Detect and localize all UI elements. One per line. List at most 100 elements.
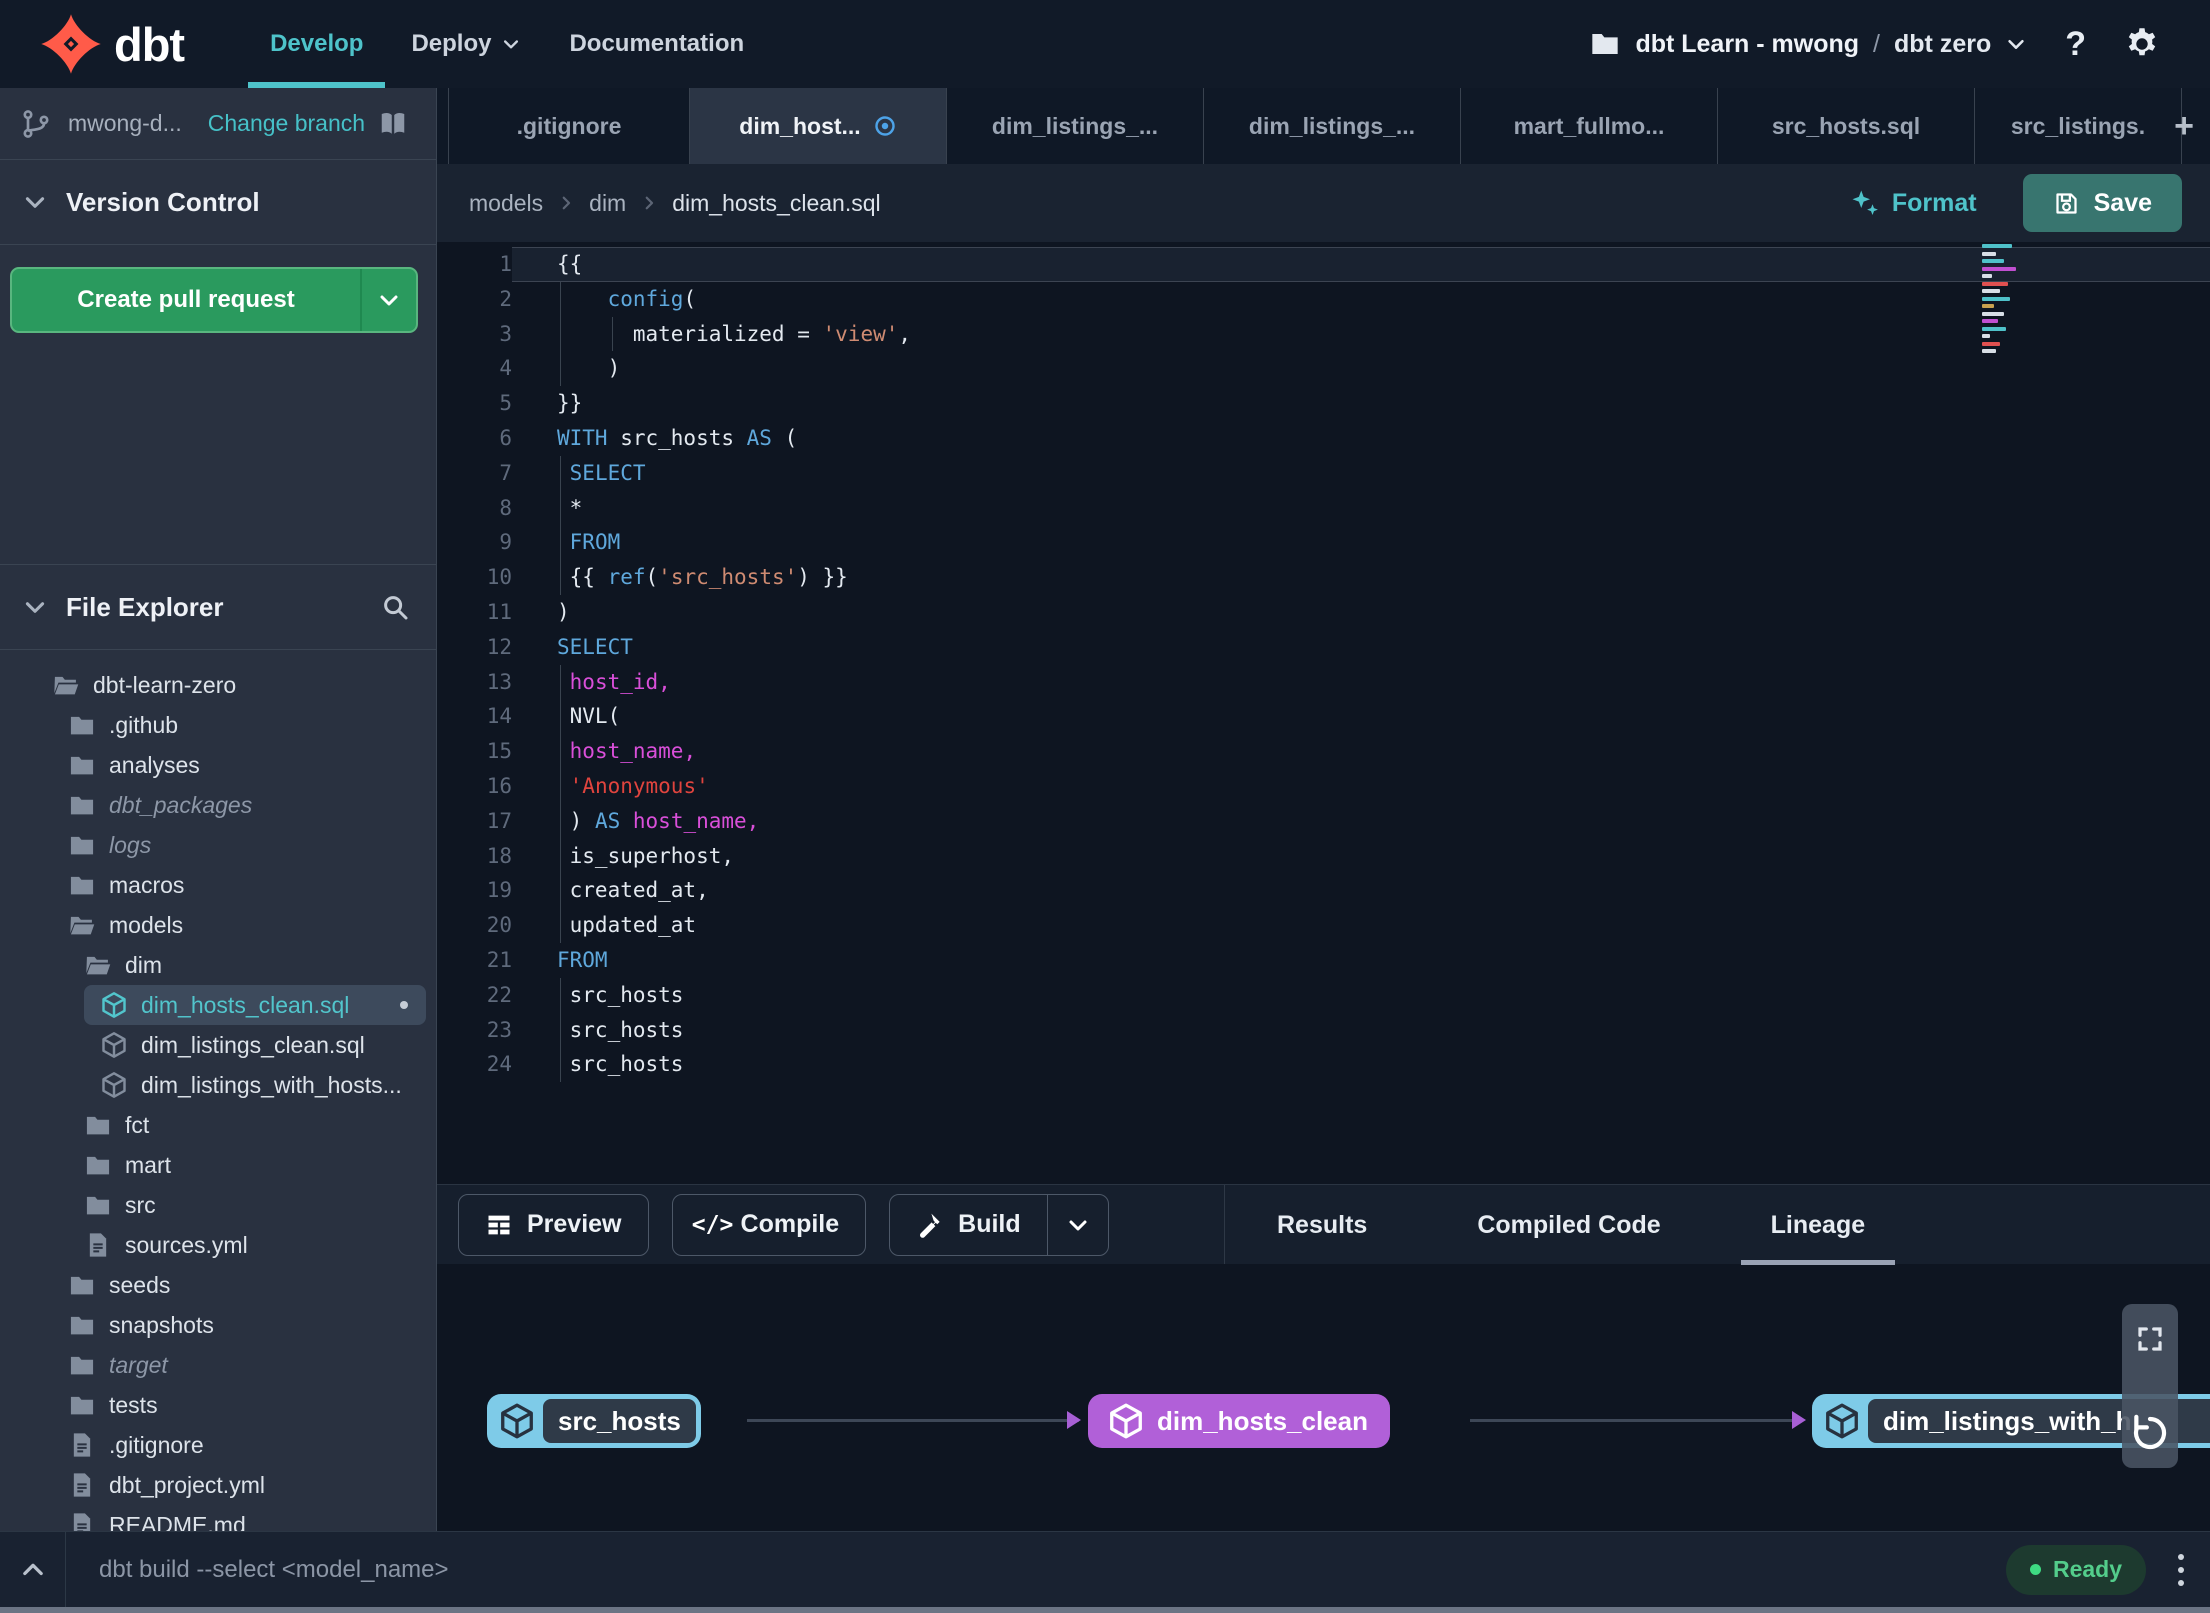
folder-icon	[68, 1311, 96, 1339]
code-line-19[interactable]: 19 created_at,	[437, 873, 2210, 908]
tree-item-src[interactable]: src	[0, 1185, 436, 1225]
tree-item-mart[interactable]: mart	[0, 1145, 436, 1185]
tree-item-label: dbt_packages	[109, 791, 253, 818]
file-explorer-header[interactable]: File Explorer	[0, 565, 436, 650]
gear-icon[interactable]	[2124, 26, 2160, 62]
command-bar-toggle[interactable]	[0, 1532, 66, 1607]
change-branch-link[interactable]: Change branch	[208, 110, 365, 137]
chevron-down-icon	[377, 288, 401, 312]
code-line-1[interactable]: 1{{	[437, 247, 2210, 282]
tab-dim-host-[interactable]: dim_host...	[690, 88, 947, 164]
tree-item-dim-listings-clean-sql[interactable]: dim_listings_clean.sql	[0, 1025, 436, 1065]
code-line-6[interactable]: 6 WITH src_hosts AS (	[437, 421, 2210, 456]
code-line-13[interactable]: 13 host_id,	[437, 665, 2210, 700]
tree-item--github[interactable]: .github	[0, 705, 436, 745]
version-control-header[interactable]: Version Control	[0, 160, 436, 245]
code-line-24[interactable]: 24 src_hosts	[437, 1047, 2210, 1082]
tab-dim-listings-[interactable]: dim_listings_...	[947, 88, 1204, 164]
line-content: ) AS host_name,	[557, 808, 760, 833]
tree-item-target[interactable]: target	[0, 1345, 436, 1385]
indent-guide	[611, 316, 613, 352]
preview-button[interactable]: Preview	[458, 1193, 649, 1256]
code-line-14[interactable]: 14 NVL(	[437, 699, 2210, 734]
breadcrumb-item[interactable]: dim_hosts_clean.sql	[672, 190, 880, 217]
format-button[interactable]: Format	[1850, 188, 1977, 218]
lineage-node-dim-hosts-clean[interactable]: dim_hosts_clean	[1088, 1394, 1390, 1448]
code-line-3[interactable]: 3 materialized = 'view',	[437, 317, 2210, 352]
tree-item-dim[interactable]: dim	[0, 945, 436, 985]
tree-item-logs[interactable]: logs	[0, 825, 436, 865]
nav-item-documentation[interactable]: Documentation	[545, 0, 768, 88]
build-button[interactable]: Build	[889, 1193, 1109, 1256]
code-line-21[interactable]: 21 FROM	[437, 943, 2210, 978]
tree-item-fct[interactable]: fct	[0, 1105, 436, 1145]
save-button[interactable]: Save	[2022, 174, 2182, 232]
code-line-12[interactable]: 12 SELECT	[437, 630, 2210, 665]
code-line-18[interactable]: 18 is_superhost,	[437, 839, 2210, 874]
code-line-2[interactable]: 2 config(	[437, 282, 2210, 317]
tab-mart-fullmo-[interactable]: mart_fullmo...	[1461, 88, 1718, 164]
tree-item-dbt-learn-zero[interactable]: dbt-learn-zero	[0, 665, 436, 705]
code-line-22[interactable]: 22 src_hosts	[437, 978, 2210, 1013]
breadcrumb-item[interactable]: models	[469, 190, 543, 217]
line-number: 21	[486, 947, 512, 972]
help-button[interactable]: ?	[2065, 25, 2086, 64]
tree-item-dbt-packages[interactable]: dbt_packages	[0, 785, 436, 825]
tree-item-analyses[interactable]: analyses	[0, 745, 436, 785]
code-line-20[interactable]: 20 updated_at	[437, 908, 2210, 943]
search-icon[interactable]	[380, 592, 410, 622]
model-cube-icon	[1107, 1402, 1145, 1440]
compile-button[interactable]: </> Compile	[671, 1193, 867, 1256]
code-line-16[interactable]: 16 'Anonymous'	[437, 769, 2210, 804]
tree-item-models[interactable]: models	[0, 905, 436, 945]
breadcrumb-item[interactable]: dim	[589, 190, 626, 217]
lineage-panel[interactable]: src_hosts dim_hosts_clean dim_listings_wit…	[437, 1265, 2210, 1531]
tree-item-macros[interactable]: macros	[0, 865, 436, 905]
command-input[interactable]: dbt build --select <model_name>	[99, 1556, 449, 1584]
code-line-17[interactable]: 17 ) AS host_name,	[437, 804, 2210, 839]
code-line-7[interactable]: 7 SELECT	[437, 456, 2210, 491]
code-line-10[interactable]: 10 {{ ref('src_hosts') }}	[437, 560, 2210, 595]
fullscreen-icon[interactable]	[2135, 1324, 2165, 1354]
tree-item-seeds[interactable]: seeds	[0, 1265, 436, 1305]
docs-book-icon[interactable]	[376, 109, 410, 139]
tree-item-snapshots[interactable]: snapshots	[0, 1305, 436, 1345]
nav-item-deploy[interactable]: Deploy	[387, 0, 545, 88]
tree-item-label: dim_listings_clean.sql	[141, 1031, 365, 1058]
account-switcher[interactable]: dbt Learn - mwong / dbt zero	[1589, 28, 2027, 60]
tree-item-dim-listings-with-hosts-[interactable]: dim_listings_with_hosts...	[0, 1065, 436, 1105]
tree-item-sources-yml[interactable]: sources.yml	[0, 1225, 436, 1265]
create-pull-request-button[interactable]: Create pull request	[10, 267, 418, 333]
dbt-logo[interactable]: dbt	[40, 13, 185, 75]
tree-item-dim-hosts-clean-sql[interactable]: dim_hosts_clean.sql	[84, 985, 426, 1025]
tab-src-hosts-sql[interactable]: src_hosts.sql	[1718, 88, 1975, 164]
kebab-menu-icon[interactable]	[2178, 1553, 2184, 1586]
lineage-node-src-hosts[interactable]: src_hosts	[487, 1394, 701, 1448]
code-line-8[interactable]: 8 *	[437, 491, 2210, 526]
tree-item-tests[interactable]: tests	[0, 1385, 436, 1425]
code-line-9[interactable]: 9 FROM	[437, 525, 2210, 560]
nav-item-develop[interactable]: Develop	[246, 0, 387, 88]
tab-dim-listings-[interactable]: dim_listings_...	[1204, 88, 1461, 164]
tree-item-dbt-project-yml[interactable]: dbt_project.yml	[0, 1465, 436, 1505]
horizontal-scrollbar[interactable]	[0, 1607, 2210, 1613]
tab-src-listings-[interactable]: src_listings.	[1975, 88, 2182, 164]
results-tab-results[interactable]: Results	[1237, 1185, 1407, 1265]
build-dropdown-toggle[interactable]	[1046, 1194, 1108, 1255]
refresh-undo-icon[interactable]	[2129, 1412, 2171, 1454]
tab--gitignore[interactable]: .gitignore	[448, 88, 690, 164]
code-editor[interactable]: 1{{2 config(3 materialized = 'view', 4 ) 5…	[437, 242, 2210, 1272]
code-line-4[interactable]: 4 )	[437, 351, 2210, 386]
minimap[interactable]	[1982, 244, 2038, 353]
code-line-23[interactable]: 23 src_hosts	[437, 1013, 2210, 1048]
code-line-15[interactable]: 15 host_name,	[437, 734, 2210, 769]
file-icon	[68, 1471, 96, 1499]
tree-item-label: mart	[125, 1151, 171, 1178]
code-line-11[interactable]: 11)	[437, 595, 2210, 630]
new-tab-button[interactable]: +	[2164, 88, 2204, 164]
results-tab-compiled-code[interactable]: Compiled Code	[1437, 1185, 1700, 1265]
pr-dropdown-toggle[interactable]	[360, 269, 416, 331]
results-tab-lineage[interactable]: Lineage	[1731, 1185, 1905, 1265]
code-line-5[interactable]: 5}}	[437, 386, 2210, 421]
tree-item--gitignore[interactable]: .gitignore	[0, 1425, 436, 1465]
